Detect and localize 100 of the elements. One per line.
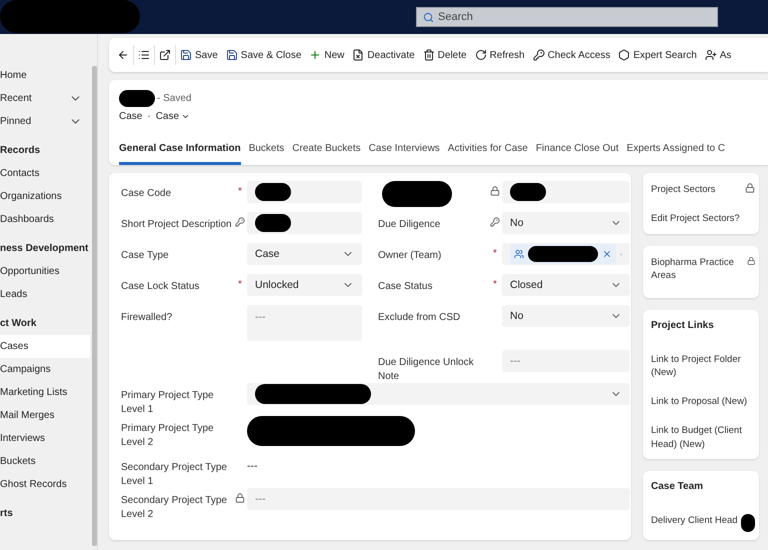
tab[interactable]: Activities for Case <box>448 138 528 165</box>
text-field[interactable]: --- <box>247 488 630 510</box>
external-link-icon <box>159 49 171 61</box>
people-icon <box>514 249 524 259</box>
tab[interactable]: Finance Close Out <box>536 138 619 165</box>
dropdown[interactable]: Unlocked <box>247 274 362 296</box>
field-value: --- <box>247 460 258 472</box>
chevron-down-icon <box>181 112 190 121</box>
field-placeholder: --- <box>255 493 266 505</box>
field-label: Due Diligence <box>378 218 442 232</box>
field-label: Due Diligence Unlock Note <box>378 356 475 383</box>
toolbar-button[interactable]: Delete <box>418 46 471 64</box>
team-chip[interactable] <box>510 244 616 264</box>
field-label: Link to Proposal (New) <box>651 395 748 408</box>
field-label: Project Sectors <box>651 183 716 196</box>
toolbar-button[interactable]: Refresh <box>470 46 529 64</box>
field-label: Secondary Project Type Level 2 <box>121 494 228 521</box>
field-placeholder: --- <box>510 355 520 367</box>
tab[interactable]: Experts Assigned to C <box>626 138 726 165</box>
search-field[interactable]: Search <box>416 7 718 27</box>
separator-dot: · <box>147 111 151 122</box>
dropdown[interactable] <box>247 383 630 405</box>
sidebar-section-heading: rts <box>0 507 14 521</box>
toolbar-button[interactable]: Deactivate <box>348 46 419 64</box>
required-mark: * <box>493 247 497 259</box>
scrollbar[interactable] <box>92 66 97 546</box>
tab[interactable]: Buckets <box>248 138 284 165</box>
text-area[interactable]: --- <box>247 305 362 341</box>
sidebar-item[interactable]: Buckets <box>0 450 90 473</box>
refresh-icon <box>474 49 487 61</box>
key-icon <box>532 49 545 61</box>
dropdown[interactable]: No <box>502 212 630 234</box>
redaction-block <box>119 90 155 107</box>
text-field[interactable]: --- <box>502 350 630 372</box>
back-arrow-icon <box>117 49 129 61</box>
sidebar-item[interactable]: Contacts <box>0 162 90 185</box>
tab[interactable]: Case Interviews <box>368 138 440 165</box>
toolbar-button[interactable]: Save <box>176 46 222 64</box>
field-label: Link to Project Folder (New) <box>651 352 742 380</box>
field-value: Closed <box>510 279 543 291</box>
hexagon-icon <box>618 49 630 61</box>
save-status: - Saved <box>157 93 192 104</box>
toolbar-button[interactable]: Check Access <box>528 46 614 64</box>
tab[interactable]: Create Buckets <box>292 138 361 165</box>
sidebar-item[interactable]: Pinned <box>0 110 90 133</box>
required-mark: * <box>238 278 242 290</box>
sidebar-item[interactable]: Home <box>0 64 90 87</box>
sidebar-item[interactable]: Organizations <box>0 185 90 208</box>
required-mark: * <box>238 185 242 197</box>
text-field[interactable] <box>247 181 362 203</box>
field-label: Case Status <box>378 280 434 294</box>
field-label: Case Lock Status <box>121 280 200 294</box>
sidebar-item[interactable]: Recent <box>0 87 90 110</box>
field-label: Exclude from CSD <box>378 311 462 324</box>
toolbar-button[interactable]: As <box>700 46 736 64</box>
field-label: Case Type <box>121 249 170 262</box>
sidebar-item[interactable]: Dashboards <box>0 208 90 231</box>
person-icon <box>704 49 717 61</box>
field-value: Case <box>255 248 280 260</box>
close-icon[interactable] <box>602 249 612 259</box>
field-placeholder: --- <box>255 311 266 323</box>
field-label: Link to Budget (Client Head) (New) <box>651 424 743 452</box>
field-label: Primary Project Type Level 2 <box>121 422 215 449</box>
text-field[interactable] <box>502 181 630 203</box>
sidebar-item[interactable]: Opportunities <box>0 260 90 283</box>
toolbar-button[interactable]: Save & Close <box>222 46 306 64</box>
required-mark: * <box>493 278 497 290</box>
dropdown[interactable]: No <box>502 305 630 327</box>
toolbar-button[interactable]: New <box>305 46 348 64</box>
card-title: Case Team <box>651 481 704 492</box>
field-label: Edit Project Sectors? <box>651 212 740 226</box>
field-label: Firewalled? <box>121 311 174 324</box>
field-label: Owner (Team) <box>378 249 442 262</box>
field-label: Case Code <box>121 187 172 200</box>
sidebar-item[interactable]: Leads <box>0 283 90 306</box>
sidebar-item[interactable]: Marketing Lists <box>0 381 90 404</box>
toolbar-button[interactable]: Expert Search <box>614 46 701 64</box>
search-icon <box>423 12 434 22</box>
document-icon <box>352 49 364 61</box>
dropdown[interactable]: Closed <box>502 274 630 296</box>
field-label: Secondary Project Type Level 1 <box>121 461 228 488</box>
field-value: Unlocked <box>255 279 299 291</box>
sidebar-item[interactable]: Ghost Records <box>0 473 90 496</box>
field-label: Primary Project Type Level 1 <box>121 389 215 416</box>
tab[interactable]: General Case Information <box>119 138 241 165</box>
text-field[interactable] <box>247 212 362 234</box>
form-selector[interactable]: Case <box>156 111 190 122</box>
field-label: Delivery Client Head <box>651 514 738 528</box>
sidebar-section-heading: ct Work <box>0 317 38 331</box>
sidebar-item[interactable]: Campaigns <box>0 358 90 381</box>
field-value: No <box>510 217 524 229</box>
sidebar-item[interactable]: Mail Merges <box>0 404 90 427</box>
sidebar-section-heading: ness Development <box>0 242 90 256</box>
field-label: Short Project Description <box>121 218 233 232</box>
sidebar-item[interactable]: Cases <box>0 335 90 358</box>
sidebar-item[interactable]: Interviews <box>0 427 90 450</box>
search-placeholder: Search <box>438 11 473 23</box>
dropdown[interactable]: Case <box>247 243 362 265</box>
lookup-field[interactable] <box>502 243 630 265</box>
field-value: No <box>510 310 524 322</box>
